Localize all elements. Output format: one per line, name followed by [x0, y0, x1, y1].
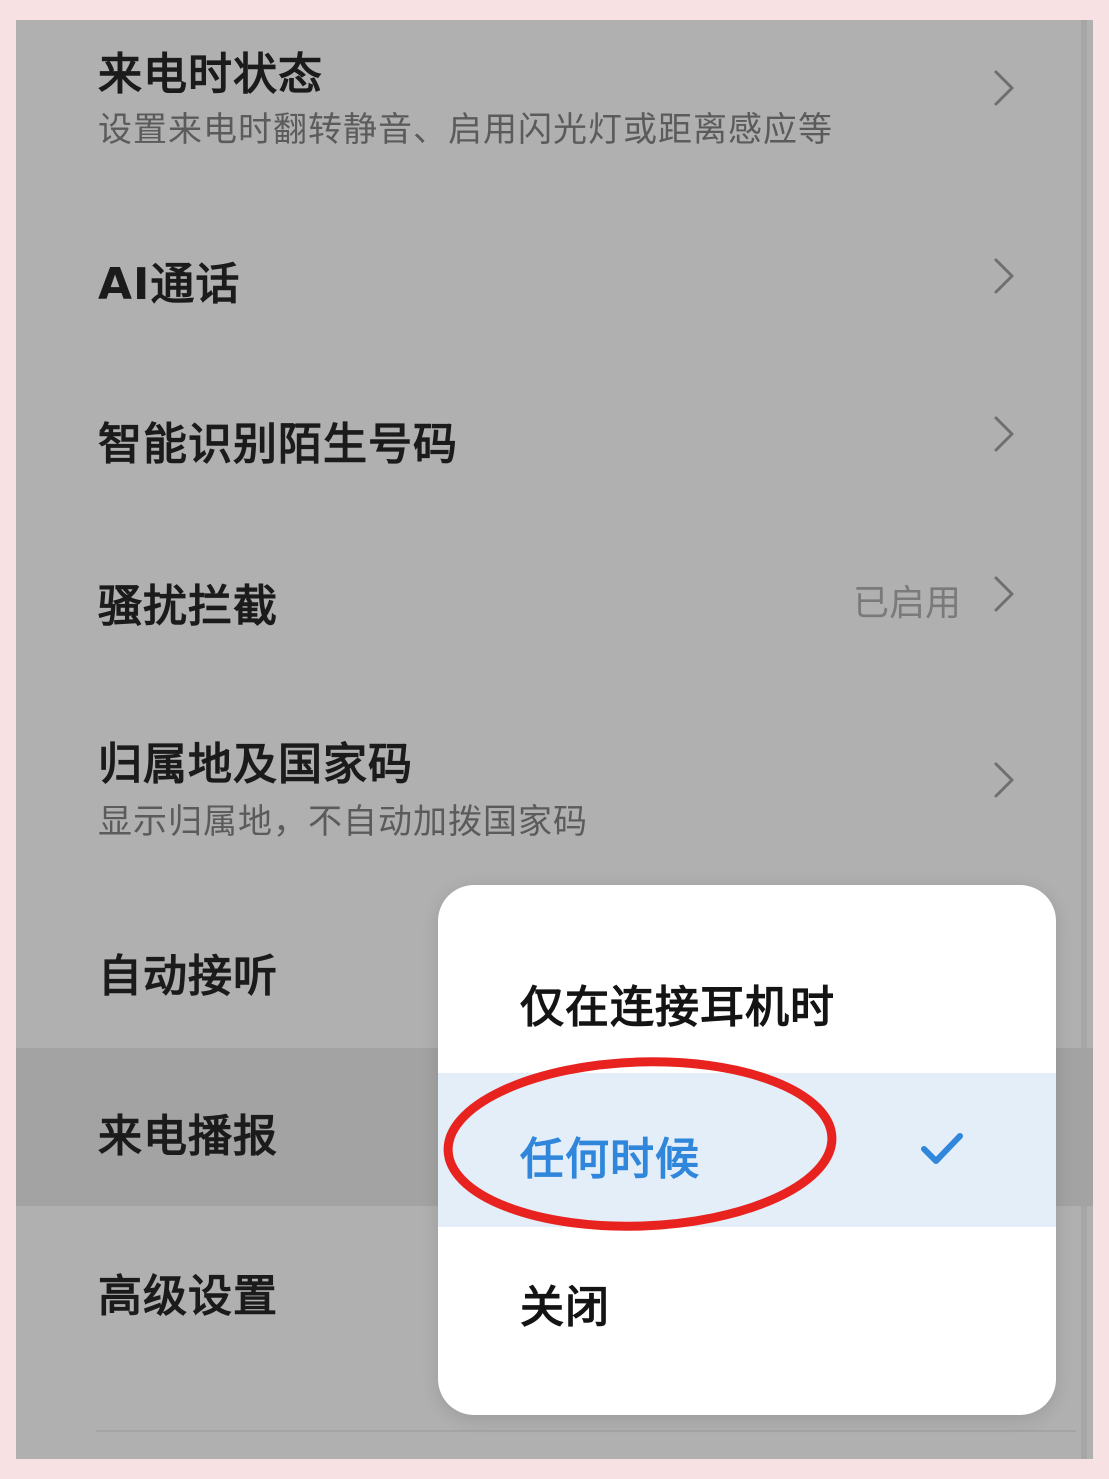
settings-row-location-country-code[interactable]: 归属地及国家码 显示归属地，不自动加拨国家码: [16, 680, 1093, 880]
row-subtitle: 显示归属地，不自动加拨国家码: [98, 802, 588, 842]
row-title: 高级设置: [98, 1271, 278, 1322]
row-title: 骚扰拦截: [98, 581, 278, 632]
option-headphones-only[interactable]: 仅在连接耳机时: [438, 921, 1056, 1073]
chevron-right-icon: [994, 576, 1014, 612]
chevron-right-icon: [994, 70, 1014, 106]
option-anytime[interactable]: 任何时候: [438, 1073, 1056, 1227]
option-off[interactable]: 关闭: [438, 1227, 1056, 1379]
row-title: 归属地及国家码: [98, 739, 413, 790]
chevron-right-icon: [994, 258, 1014, 294]
row-title: 来电播报: [98, 1111, 278, 1162]
settings-row-harassment-block[interactable]: 骚扰拦截 已启用: [16, 520, 1093, 680]
option-label: 任何时候: [520, 1134, 700, 1185]
settings-row-ai-call[interactable]: AI通话: [16, 190, 1093, 360]
chevron-right-icon: [994, 416, 1014, 452]
row-title: 智能识别陌生号码: [98, 419, 458, 470]
row-subtitle: 设置来电时翻转静音、启用闪光灯或距离感应等: [98, 110, 833, 150]
settings-row-incoming-call-state[interactable]: 来电时状态 设置来电时翻转静音、启用闪光灯或距离感应等: [16, 20, 1093, 190]
divider: [96, 1430, 1076, 1432]
settings-row-identify-unknown-numbers[interactable]: 智能识别陌生号码: [16, 360, 1093, 520]
row-title: 自动接听: [98, 951, 278, 1002]
call-announcement-options-popup: 仅在连接耳机时 任何时候 关闭: [438, 885, 1056, 1415]
chevron-right-icon: [994, 762, 1014, 798]
option-label: 关闭: [520, 1282, 610, 1333]
checkmark-icon: [921, 1133, 963, 1164]
row-title: 来电时状态: [98, 49, 323, 100]
status-value: 已启用: [852, 583, 961, 624]
option-label: 仅在连接耳机时: [520, 982, 835, 1033]
row-title: AI通话: [98, 259, 241, 310]
